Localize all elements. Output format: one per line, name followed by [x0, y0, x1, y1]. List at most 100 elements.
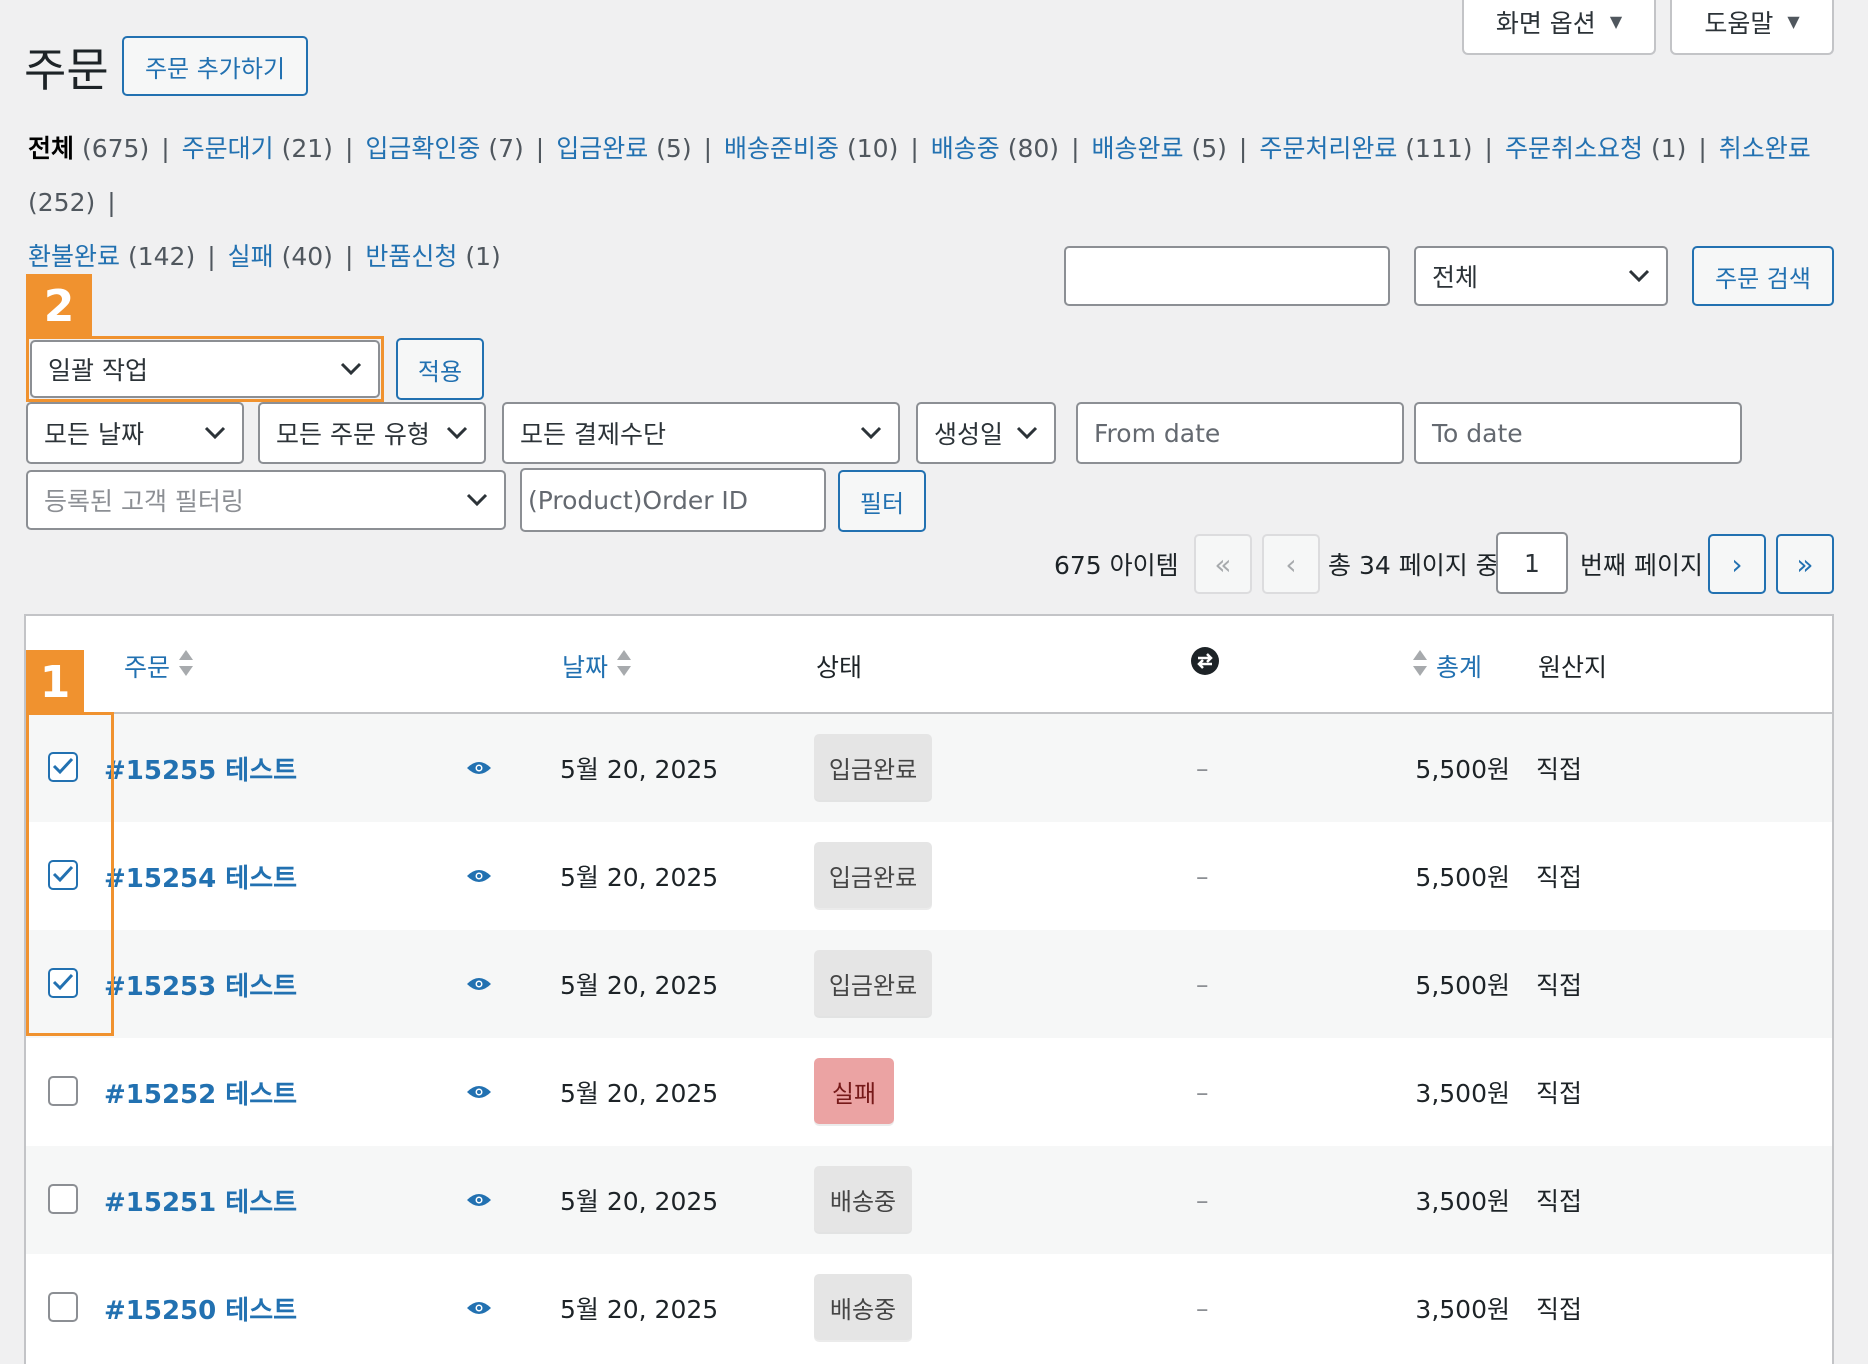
search-input[interactable] — [1064, 246, 1390, 306]
table-row[interactable]: #15250 테스트 5월 20, 2025 배송중 – 3,500원 직접 — [26, 1254, 1832, 1362]
status-badge: 입금완료 — [814, 734, 932, 800]
status-filter-label[interactable]: 반품신청 — [365, 242, 457, 271]
status-filter-count: (1) — [465, 242, 501, 271]
table-header: 주문 날짜 상태 총계 원산지 — [26, 616, 1832, 714]
table-row[interactable]: #15254 테스트 5월 20, 2025 입금완료 – 5,500원 직접 — [26, 822, 1832, 930]
orders-table: 주문 날짜 상태 총계 원산지 #15255 테스트 5월 20, 2025 입금완… — [24, 614, 1834, 1364]
filter-button[interactable]: 필터 — [838, 470, 926, 532]
order-link[interactable]: #15253 테스트 — [104, 966, 297, 1003]
status-filter-item[interactable]: 실패 (40) — [228, 242, 333, 271]
prev-page-button[interactable]: ‹ — [1262, 534, 1320, 594]
status-filter-item[interactable]: 입금완료 (5) — [556, 134, 691, 163]
search-orders-button[interactable]: 주문 검색 — [1692, 246, 1834, 306]
next-page-button[interactable]: › — [1708, 534, 1766, 594]
status-filter-item[interactable]: 주문대기 (21) — [182, 134, 333, 163]
help-tab[interactable]: 도움말 ▼ — [1670, 0, 1834, 55]
status-filter-label[interactable]: 배송준비중 — [724, 134, 839, 163]
row-checkbox[interactable] — [48, 1076, 78, 1106]
chevron-down-icon — [1628, 269, 1650, 283]
status-filter-label[interactable]: 전체 — [28, 134, 74, 163]
table-row[interactable]: #15251 테스트 5월 20, 2025 배송중 – 3,500원 직접 — [26, 1146, 1832, 1254]
status-filter-item[interactable]: 반품신청 (1) — [365, 242, 500, 271]
row-checkbox[interactable] — [48, 1292, 78, 1322]
status-filter-item[interactable]: 배송중 (80) — [931, 134, 1059, 163]
last-page-button[interactable]: » — [1776, 534, 1834, 594]
annotation-marker-1: 1 — [26, 650, 84, 714]
screen-options-tab[interactable]: 화면 옵션 ▼ — [1462, 0, 1656, 55]
status-filter-item[interactable]: 배송준비중 (10) — [724, 134, 898, 163]
status-filter-item[interactable]: 전체 (675) — [28, 134, 149, 163]
order-link[interactable]: #15254 테스트 — [104, 858, 297, 895]
column-order[interactable]: 주문 — [124, 648, 194, 684]
status-badge: 입금완료 — [814, 950, 932, 1016]
order-id-input[interactable]: (Product)Order ID — [520, 468, 826, 532]
customer-filter-select[interactable]: 등록된 고객 필터링 — [26, 470, 506, 530]
sort-icon — [616, 648, 632, 684]
order-type-filter-select[interactable]: 모든 주문 유형 — [258, 402, 486, 464]
order-date: 5월 20, 2025 — [560, 863, 719, 892]
status-filter-label[interactable]: 입금완료 — [556, 134, 648, 163]
order-link[interactable]: #15250 테스트 — [104, 1290, 297, 1327]
status-filter-label[interactable]: 주문대기 — [182, 134, 274, 163]
order-date: 5월 20, 2025 — [560, 755, 719, 784]
status-filter-item[interactable]: 주문처리완료 (111) — [1259, 134, 1472, 163]
order-origin: 직접 — [1536, 863, 1583, 892]
preview-eye-icon[interactable] — [466, 714, 492, 822]
preview-eye-icon[interactable] — [466, 1146, 492, 1254]
order-total: 5,500원 — [1415, 863, 1510, 892]
separator: | — [344, 134, 354, 163]
to-date-input[interactable]: To date — [1414, 402, 1742, 464]
column-date-label[interactable]: 날짜 — [562, 648, 608, 684]
payment-filter-select[interactable]: 모든 결제수단 — [502, 402, 900, 464]
status-filter-count: (675) — [81, 134, 150, 163]
status-filter-count: (7) — [488, 134, 524, 163]
search-scope-select[interactable]: 전체 — [1414, 246, 1668, 306]
bulk-action-select[interactable]: 일괄 작업 — [30, 340, 380, 398]
status-filter-count: (80) — [1007, 134, 1060, 163]
preview-eye-icon[interactable] — [466, 822, 492, 930]
chevron-down-icon — [860, 426, 882, 440]
order-link[interactable]: #15255 테스트 — [104, 750, 297, 787]
preview-eye-icon[interactable] — [466, 1038, 492, 1146]
status-filter-label[interactable]: 실패 — [228, 242, 274, 271]
column-date[interactable]: 날짜 — [562, 648, 632, 684]
order-origin: 직접 — [1536, 1295, 1583, 1324]
status-filter-label[interactable]: 입금확인중 — [365, 134, 480, 163]
order-origin: 직접 — [1536, 755, 1583, 784]
order-origin: 직접 — [1536, 1187, 1583, 1216]
status-filter-label[interactable]: 주문취소요청 — [1505, 134, 1643, 163]
status-filter-count: (1) — [1650, 134, 1687, 163]
from-date-input[interactable]: From date — [1076, 402, 1404, 464]
table-row[interactable]: #15253 테스트 5월 20, 2025 입금완료 – 5,500원 직접 — [26, 930, 1832, 1038]
table-row[interactable]: #15255 테스트 5월 20, 2025 입금완료 – 5,500원 직접 — [26, 714, 1832, 822]
current-page-input[interactable]: 1 — [1496, 532, 1568, 594]
order-cell: #15255 테스트 — [104, 714, 297, 822]
order-link[interactable]: #15252 테스트 — [104, 1074, 297, 1111]
created-date-select[interactable]: 생성일 — [916, 402, 1056, 464]
status-filter-label[interactable]: 환불완료 — [28, 242, 120, 271]
date-filter-select[interactable]: 모든 날짜 — [26, 402, 244, 464]
status-filter-item[interactable]: 배송완료 (5) — [1092, 134, 1227, 163]
page-suffix-text: 번째 페이지 — [1580, 551, 1703, 580]
status-filter-label[interactable]: 배송중 — [931, 134, 1000, 163]
status-filter-count: (10) — [847, 134, 899, 163]
apply-button[interactable]: 적용 — [396, 338, 484, 400]
status-filter-item[interactable]: 주문취소요청 (1) — [1505, 134, 1686, 163]
column-total[interactable]: 총계 — [1412, 648, 1482, 684]
sort-icon — [178, 648, 194, 684]
status-filter-label[interactable]: 주문처리완료 — [1259, 134, 1397, 163]
column-order-label[interactable]: 주문 — [124, 648, 170, 684]
preview-eye-icon[interactable] — [466, 1254, 492, 1362]
preview-eye-icon[interactable] — [466, 930, 492, 1038]
status-filter-label[interactable]: 배송완료 — [1092, 134, 1184, 163]
row-checkbox[interactable] — [48, 1184, 78, 1214]
add-order-button[interactable]: 주문 추가하기 — [122, 36, 308, 96]
first-page-button[interactable]: « — [1194, 534, 1252, 594]
status-filter-item[interactable]: 입금확인중 (7) — [365, 134, 523, 163]
table-row[interactable]: #15252 테스트 5월 20, 2025 실패 – 3,500원 직접 — [26, 1038, 1832, 1146]
order-link[interactable]: #15251 테스트 — [104, 1182, 297, 1219]
search-scope-value: 전체 — [1432, 263, 1479, 292]
column-total-label[interactable]: 총계 — [1436, 648, 1482, 684]
status-filter-label[interactable]: 취소완료 — [1719, 134, 1811, 163]
status-filter-item[interactable]: 환불완료 (142) — [28, 242, 195, 271]
